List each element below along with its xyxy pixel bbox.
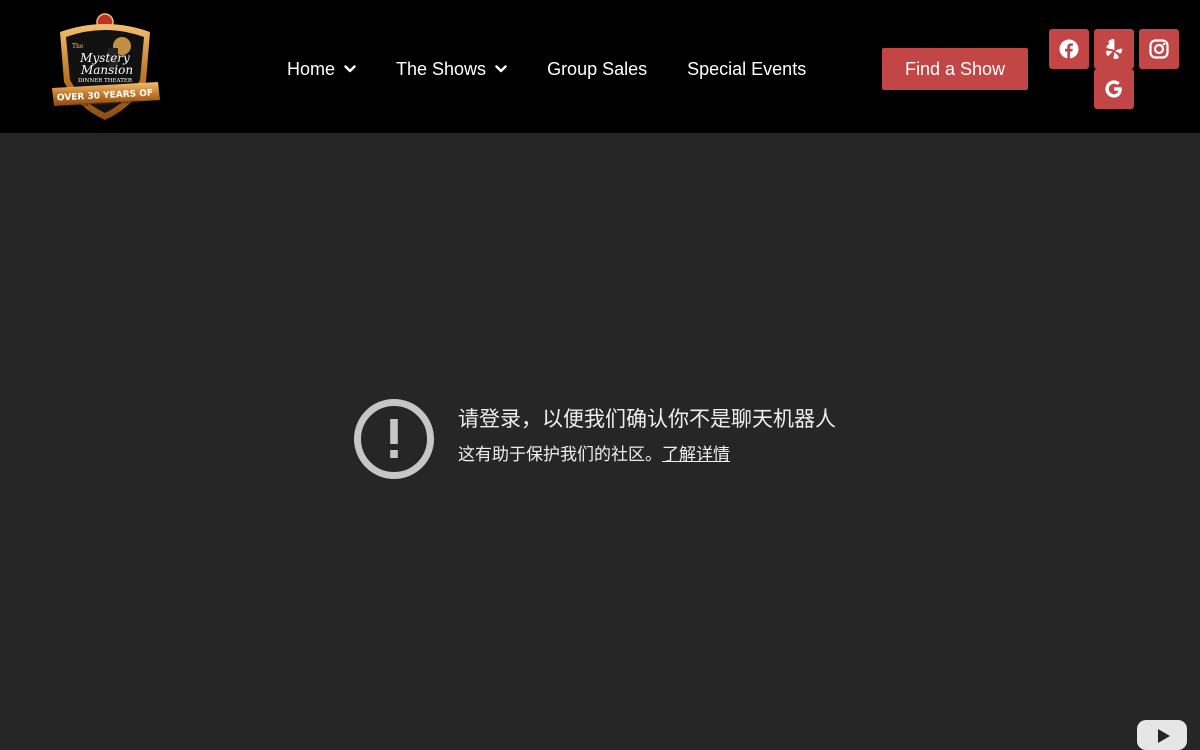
- instagram-icon: [1149, 39, 1169, 59]
- youtube-logo-button[interactable]: [1137, 720, 1187, 750]
- nav-item-the-shows[interactable]: The Shows: [396, 58, 507, 80]
- logo-dinner-text: DINNER THEATER: [78, 78, 133, 84]
- nav-item-special-events[interactable]: Special Events: [687, 58, 806, 80]
- nav-item-label: The Shows: [396, 59, 487, 79]
- nav-item-home[interactable]: Home: [287, 58, 356, 80]
- site-header: The Mystery Mansion DINNER THEATER OVER …: [0, 0, 1200, 133]
- verification-notice: 请登录，以便我们确认你不是聊天机器人 这有助于保护我们的社区。了解详情: [354, 399, 874, 481]
- chevron-down-icon: [344, 65, 356, 73]
- google-icon: [1105, 80, 1122, 98]
- chevron-down-icon: [495, 65, 507, 73]
- find-a-show-button[interactable]: Find a Show: [882, 48, 1028, 90]
- alert-circle-icon: [354, 399, 434, 479]
- learn-more-link[interactable]: 了解详情: [662, 445, 730, 464]
- play-icon: [1158, 729, 1170, 743]
- google-button[interactable]: [1094, 69, 1134, 109]
- notice-title: 请登录，以便我们确认你不是聊天机器人: [458, 408, 836, 431]
- logo-the-text: The: [72, 43, 84, 50]
- notice-body: 这有助于保护我们的社区。了解详情: [458, 444, 730, 466]
- facebook-button[interactable]: [1049, 29, 1089, 69]
- nav-item-group-sales[interactable]: Group Sales: [547, 58, 647, 80]
- nav-item-label: Group Sales: [547, 59, 648, 79]
- main-nav: Home The Shows Group Sales Special Event…: [287, 57, 806, 81]
- notice-body-text: 这有助于保护我们的社区。: [458, 445, 662, 464]
- yelp-icon: [1106, 38, 1123, 60]
- nav-item-label: Home: [287, 59, 336, 79]
- facebook-icon: [1059, 39, 1079, 59]
- yelp-button[interactable]: [1094, 29, 1134, 69]
- logo-mansion-text: Mansion: [80, 63, 133, 77]
- instagram-button[interactable]: [1139, 29, 1179, 69]
- nav-item-label: Special Events: [687, 59, 807, 79]
- site-logo[interactable]: The Mystery Mansion DINNER THEATER OVER …: [50, 12, 162, 124]
